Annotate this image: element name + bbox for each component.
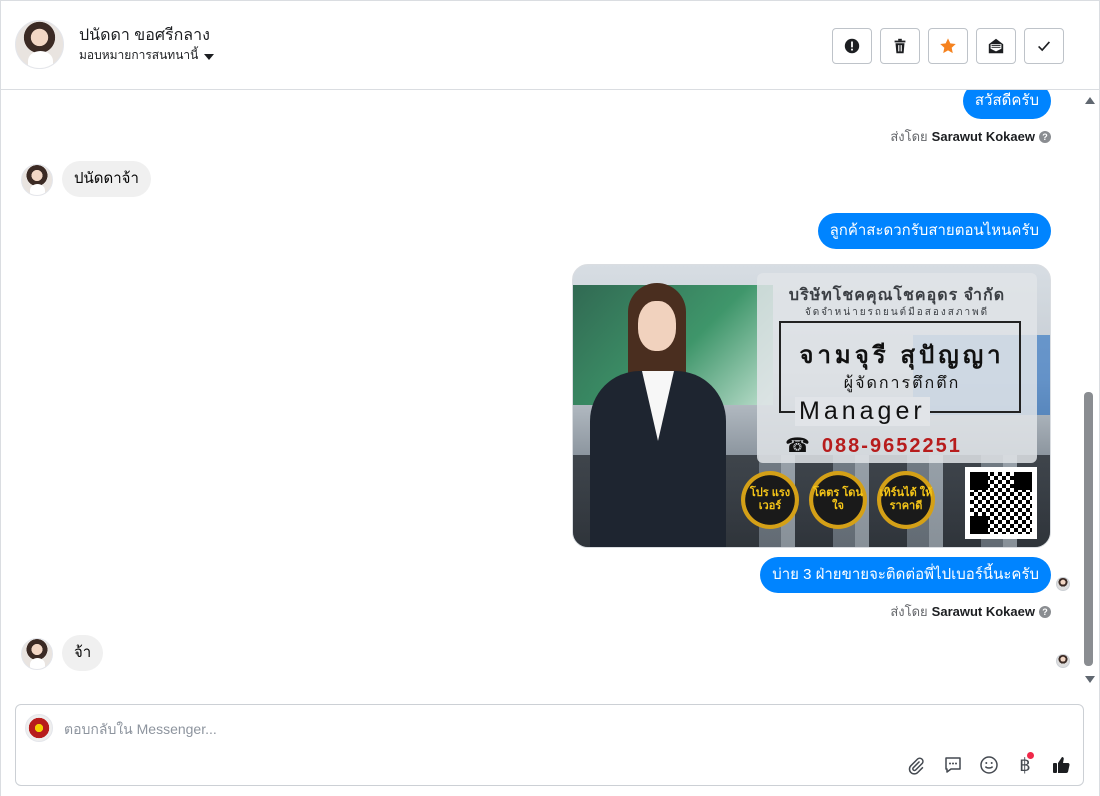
star-icon — [940, 38, 956, 54]
notification-dot — [1027, 752, 1034, 759]
trash-icon — [894, 38, 906, 54]
payment-button[interactable]: ฿ — [1013, 752, 1037, 777]
sent-by-label: ส่งโดย Sarawut Kokaew ? — [890, 601, 1051, 622]
card-company-sub: จัดจำหน่ายรถยนต์มือสองสภาพดี — [804, 307, 990, 318]
assign-conversation-dropdown[interactable]: มอบหมายการสนทนานี้ — [79, 46, 215, 65]
thread-scrollbar[interactable] — [1082, 90, 1098, 690]
seen-indicator-avatar — [1056, 577, 1070, 591]
help-icon[interactable]: ? — [1039, 130, 1051, 143]
phone-icon: ☎ — [785, 435, 812, 457]
card-role-en: Manager — [795, 397, 930, 426]
sent-by-name[interactable]: Sarawut Kokaew — [932, 604, 1035, 619]
scroll-up-arrow-icon[interactable] — [1085, 97, 1095, 104]
delete-button[interactable] — [880, 28, 920, 64]
sent-by-prefix: ส่งโดย — [890, 604, 928, 619]
promo-badge: โปร แรง เวอร์ — [741, 471, 799, 529]
message-thread: สวัสดีครับ ส่งโดย Sarawut Kokaew ? ปนัดด… — [1, 90, 1081, 688]
like-button[interactable] — [1049, 753, 1073, 777]
emoji-icon — [980, 756, 998, 774]
message-bubble-incoming[interactable]: ปนัดดาจ้า — [62, 161, 151, 197]
saved-reply-button[interactable] — [941, 753, 965, 777]
like-icon — [1053, 757, 1070, 773]
scrollbar-thumb[interactable] — [1084, 392, 1093, 666]
person-photo — [580, 283, 730, 547]
help-icon[interactable]: ? — [1039, 605, 1051, 618]
mark-done-button[interactable] — [1024, 28, 1064, 64]
spam-button[interactable] — [832, 28, 872, 64]
seen-indicator-avatar — [1056, 654, 1070, 668]
alert-icon — [844, 38, 860, 54]
attach-button[interactable] — [904, 753, 928, 777]
promo-badge: เทิร์นได้ ให้ราคาดี — [877, 471, 935, 529]
contact-avatar[interactable] — [15, 20, 64, 69]
reply-composer: ฿ — [15, 704, 1084, 786]
card-role-th: ผู้จัดการตึกตึก — [843, 375, 961, 392]
contact-avatar-small[interactable] — [21, 164, 53, 196]
promo-badge: โคตร โดนใจ — [809, 471, 867, 529]
message-bubble-incoming[interactable]: จ้า — [62, 635, 104, 671]
contact-avatar-small[interactable] — [21, 638, 53, 670]
message-bubble-outgoing[interactable]: บ่าย 3 ฝ่ายขายจะติดต่อพี่ไปเบอร์นี้นะครั… — [760, 557, 1051, 593]
card-phone-number: 088-9652251 — [821, 435, 962, 457]
caret-down-icon — [204, 53, 215, 60]
scroll-down-arrow-icon[interactable] — [1085, 676, 1095, 683]
follow-up-button[interactable] — [928, 28, 968, 64]
sent-by-name[interactable]: Sarawut Kokaew — [932, 129, 1035, 144]
emoji-button[interactable] — [977, 753, 1001, 777]
mark-unread-icon — [988, 38, 1004, 54]
contact-name[interactable]: ปนัดดา ขอศรีกลาง — [79, 23, 210, 48]
mark-unread-button[interactable] — [976, 28, 1016, 64]
sent-by-prefix: ส่งโดย — [890, 129, 928, 144]
message-bubble-outgoing[interactable]: ลูกค้าสะดวกรับสายตอนไหนครับ — [817, 213, 1051, 249]
image-attachment[interactable]: บริษัทโชคคุณโชคอุดร จำกัด จัดจำหน่ายรถยน… — [572, 264, 1051, 548]
card-phone: ☎ 088-9652251 — [785, 433, 962, 458]
attach-icon — [908, 757, 924, 775]
assign-label: มอบหมายการสนทนานี้ — [79, 48, 199, 62]
qr-code — [965, 467, 1037, 539]
check-icon — [1038, 41, 1051, 52]
message-bubble-outgoing[interactable]: สวัสดีครับ — [962, 90, 1051, 119]
page-avatar — [25, 714, 53, 742]
conversation-header: ปนัดดา ขอศรีกลาง มอบหมายการสนทนานี้ — [1, 0, 1099, 90]
reply-input[interactable] — [64, 718, 964, 740]
saved-reply-icon — [945, 757, 961, 773]
sent-by-label: ส่งโดย Sarawut Kokaew ? — [890, 126, 1051, 147]
card-person-name: จามจุรี สุปัญญา — [799, 342, 1005, 369]
business-card-panel: บริษัทโชคคุณโชคอุดร จำกัด จัดจำหน่ายรถยน… — [757, 273, 1037, 463]
